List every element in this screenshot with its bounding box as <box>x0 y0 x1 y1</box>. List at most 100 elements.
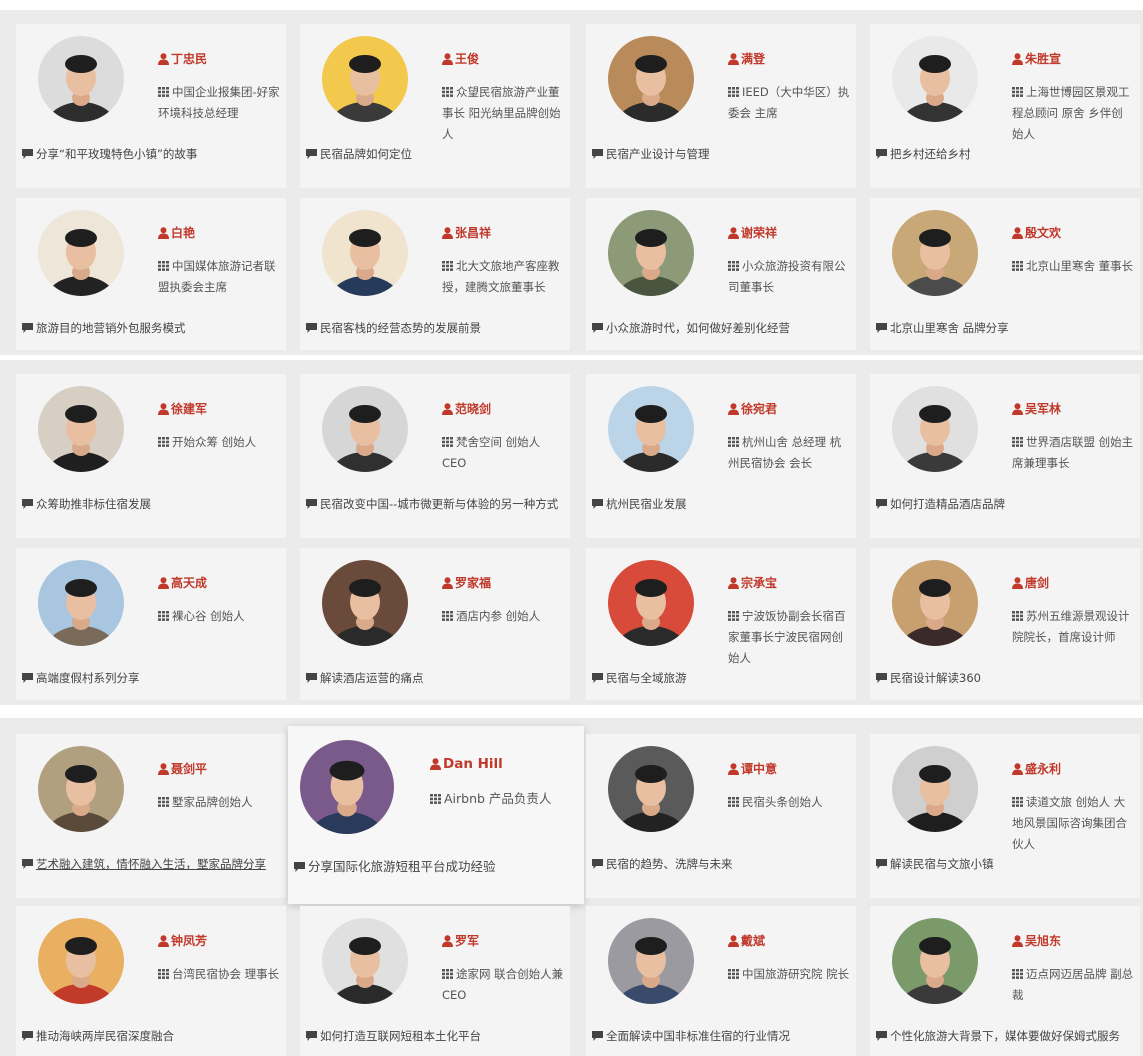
speaker-topic[interactable]: 分享“和平玫瑰特色小镇”的故事 <box>22 144 278 165</box>
grid-icon <box>158 969 169 979</box>
speaker-title: 苏州五维源景观设计院院长，首席设计师 <box>1012 606 1134 648</box>
speaker-name-text: 王俊 <box>455 52 480 66</box>
speaker-card[interactable]: 罗家福 酒店内参 创始人 解读酒店运营的痛点 <box>300 548 570 700</box>
speaker-topic-text: 民宿客栈的经营态势的发展前景 <box>320 321 481 335</box>
speaker-topic[interactable]: 民宿的趋势、洗牌与未来 <box>592 854 848 875</box>
speaker-card[interactable]: 满登 IEED（大中华区）执委会 主席 民宿产业设计与管理 <box>586 24 856 188</box>
speaker-name[interactable]: 宗承宝 <box>728 574 777 591</box>
speaker-card[interactable]: 王俊 众望民宿旅游产业董事长 阳光纳里品牌创始人 民宿品牌如何定位 <box>300 24 570 188</box>
speaker-topic[interactable]: 众筹助推非标住宿发展 <box>22 494 278 515</box>
speaker-name[interactable]: 白艳 <box>158 224 195 241</box>
speaker-card[interactable]: 朱胜宣 上海世博园区景观工程总顾问 原舍 乡伴创始人 把乡村还给乡村 <box>870 24 1140 188</box>
speaker-title: 开始众筹 创始人 <box>158 432 280 453</box>
person-icon <box>442 227 453 239</box>
speaker-name[interactable]: 钟凤芳 <box>158 932 207 949</box>
speaker-topic[interactable]: 艺术融入建筑，情怀融入生活，墅家品牌分享 <box>22 854 278 875</box>
speaker-card[interactable]: 盛永利 读道文旅 创始人 大地风景国际咨询集团合伙人 解读民宿与文旅小镇 <box>870 734 1140 898</box>
speaker-topic[interactable]: 如何打造精品酒店品牌 <box>876 494 1132 515</box>
speaker-topic[interactable]: 民宿与全域旅游 <box>592 668 848 689</box>
speaker-card[interactable]: 吴军林 世界酒店联盟 创始主席兼理事长 如何打造精品酒店品牌 <box>870 374 1140 538</box>
speaker-avatar <box>608 210 694 296</box>
speaker-topic[interactable]: 把乡村还给乡村 <box>876 144 1132 165</box>
speaker-name[interactable]: 吴旭东 <box>1012 932 1061 949</box>
speaker-topic[interactable]: 个性化旅游大背景下，媒体要做好保姆式服务 <box>876 1026 1132 1047</box>
speaker-title: 民宿头条创始人 <box>728 792 850 813</box>
speaker-name[interactable]: 高天成 <box>158 574 207 591</box>
speaker-name[interactable]: 徐宛君 <box>728 400 777 417</box>
speaker-card[interactable]: 戴斌 中国旅游研究院 院长 全面解读中国非标准住宿的行业情况 <box>586 906 856 1056</box>
speaker-name[interactable]: 吴军林 <box>1012 400 1061 417</box>
speaker-topic[interactable]: 全面解读中国非标准住宿的行业情况 <box>592 1026 848 1047</box>
speaker-name-text: 殷文欢 <box>1025 226 1062 240</box>
speaker-name[interactable]: 戴斌 <box>728 932 765 949</box>
speaker-name[interactable]: 罗军 <box>442 932 479 949</box>
speaker-title: 众望民宿旅游产业董事长 阳光纳里品牌创始人 <box>442 82 564 145</box>
speaker-card[interactable]: 谢荣祥 小众旅游投资有限公司董事长 小众旅游时代，如何做好差别化经营 <box>586 198 856 350</box>
speaker-topic-text: 解读民宿与文旅小镇 <box>890 857 994 871</box>
speaker-card[interactable]: 徐宛君 杭州山舍 总经理 杭州民宿协会 会长 杭州民宿业发展 <box>586 374 856 538</box>
speaker-card[interactable]: 罗军 途家网 联合创始人兼 CEO 如何打造互联网短租本土化平台 <box>300 906 570 1056</box>
speaker-card[interactable]: 吴旭东 迈点网迈居品牌 副总裁 个性化旅游大背景下，媒体要做好保姆式服务 <box>870 906 1140 1056</box>
grid-icon <box>158 437 169 447</box>
speaker-topic[interactable]: 推动海峡两岸民宿深度融合 <box>22 1026 278 1047</box>
speaker-topic[interactable]: 民宿改变中国--城市微更新与体验的另一种方式 <box>306 494 562 515</box>
speaker-name[interactable]: 满登 <box>728 50 765 67</box>
speaker-name[interactable]: 张昌祥 <box>442 224 491 241</box>
speaker-card[interactable]: 张昌祥 北大文旅地产客座教授，建腾文旅董事长 民宿客栈的经营态势的发展前景 <box>300 198 570 350</box>
speaker-title-text: 中国媒体旅游记者联盟执委会主席 <box>158 259 276 294</box>
person-icon <box>728 227 739 239</box>
speaker-name-text: 罗军 <box>455 934 480 948</box>
speaker-name[interactable]: 盛永利 <box>1012 760 1061 777</box>
speaker-topic[interactable]: 民宿产业设计与管理 <box>592 144 848 165</box>
speaker-topic-text: 杭州民宿业发展 <box>606 497 687 511</box>
speaker-topic[interactable]: 民宿客栈的经营态势的发展前景 <box>306 318 562 339</box>
comment-icon <box>876 859 887 869</box>
speaker-card[interactable]: 殷文欢 北京山里寒舍 董事长 北京山里寒舍 品牌分享 <box>870 198 1140 350</box>
grid-icon <box>728 261 739 271</box>
speaker-card[interactable]: 聂剑平 墅家品牌创始人 艺术融入建筑，情怀融入生活，墅家品牌分享 <box>16 734 286 898</box>
speaker-name[interactable]: 唐剑 <box>1012 574 1049 591</box>
speaker-avatar <box>608 36 694 122</box>
speaker-topic[interactable]: 民宿品牌如何定位 <box>306 144 562 165</box>
speaker-topic[interactable]: 旅游目的地营销外包服务模式 <box>22 318 278 339</box>
speaker-topic[interactable]: 分享国际化旅游短租平台成功经验 <box>294 856 550 877</box>
speaker-card[interactable]: 丁忠民 中国企业报集团-好家环境科技总经理 分享“和平玫瑰特色小镇”的故事 <box>16 24 286 188</box>
speaker-topic[interactable]: 杭州民宿业发展 <box>592 494 848 515</box>
speaker-name[interactable]: 朱胜宣 <box>1012 50 1061 67</box>
speaker-topic[interactable]: 民宿设计解读360 <box>876 668 1132 689</box>
speaker-avatar <box>322 210 408 296</box>
speaker-topic[interactable]: 北京山里寒舍 品牌分享 <box>876 318 1132 339</box>
speaker-card[interactable]: Dan Hill Airbnb 产品负责人 分享国际化旅游短租平台成功经验 <box>288 726 584 904</box>
speaker-topic-text: 小众旅游时代，如何做好差别化经营 <box>606 321 790 335</box>
speaker-card[interactable]: 谭中意 民宿头条创始人 民宿的趋势、洗牌与未来 <box>586 734 856 898</box>
speaker-name-text: 徐宛君 <box>741 402 778 416</box>
speaker-name[interactable]: 王俊 <box>442 50 479 67</box>
speaker-name[interactable]: 罗家福 <box>442 574 491 591</box>
speaker-name[interactable]: 殷文欢 <box>1012 224 1061 241</box>
speaker-topic[interactable]: 如何打造互联网短租本土化平台 <box>306 1026 562 1047</box>
speaker-name[interactable]: 聂剑平 <box>158 760 207 777</box>
grid-icon <box>728 437 739 447</box>
speaker-name[interactable]: 谢荣祥 <box>728 224 777 241</box>
speaker-topic[interactable]: 高端度假村系列分享 <box>22 668 278 689</box>
speaker-title-text: 民宿头条创始人 <box>742 795 823 809</box>
person-icon <box>728 403 739 415</box>
speaker-name[interactable]: 范晓剑 <box>442 400 491 417</box>
speaker-topic[interactable]: 解读酒店运营的痛点 <box>306 668 562 689</box>
speaker-name[interactable]: Dan Hill <box>430 756 503 772</box>
speaker-name[interactable]: 徐建军 <box>158 400 207 417</box>
speaker-card[interactable]: 宗承宝 宁波饭协副会长宿百家董事长宁波民宿网创始人 民宿与全域旅游 <box>586 548 856 700</box>
speaker-card[interactable]: 高天成 裸心谷 创始人 高端度假村系列分享 <box>16 548 286 700</box>
speaker-topic[interactable]: 解读民宿与文旅小镇 <box>876 854 1132 875</box>
speaker-card[interactable]: 钟凤芳 台湾民宿协会 理事长 推动海峡两岸民宿深度融合 <box>16 906 286 1056</box>
speaker-card[interactable]: 徐建军 开始众筹 创始人 众筹助推非标住宿发展 <box>16 374 286 538</box>
speaker-title-text: 中国旅游研究院 院长 <box>742 967 850 981</box>
speaker-name[interactable]: 丁忠民 <box>158 50 207 67</box>
speaker-card[interactable]: 唐剑 苏州五维源景观设计院院长，首席设计师 民宿设计解读360 <box>870 548 1140 700</box>
speaker-card[interactable]: 白艳 中国媒体旅游记者联盟执委会主席 旅游目的地营销外包服务模式 <box>16 198 286 350</box>
speaker-name[interactable]: 谭中意 <box>728 760 777 777</box>
speaker-topic-text: 高端度假村系列分享 <box>36 671 140 685</box>
speaker-avatar <box>322 36 408 122</box>
speaker-card[interactable]: 范晓剑 梵舍空间 创始人 CEO 民宿改变中国--城市微更新与体验的另一种方式 <box>300 374 570 538</box>
speaker-topic[interactable]: 小众旅游时代，如何做好差别化经营 <box>592 318 848 339</box>
